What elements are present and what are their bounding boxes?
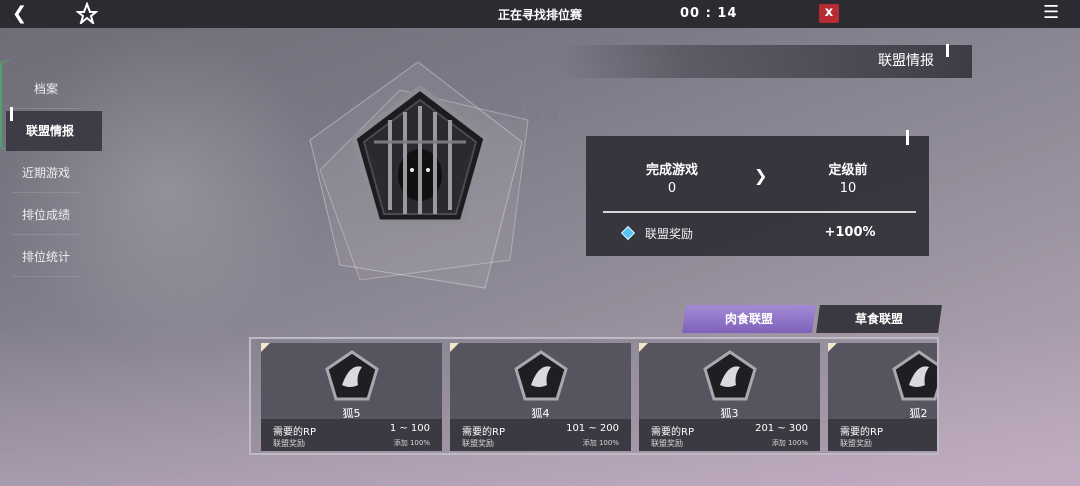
card-info: 需要的RP 201 ~ 300 联盟奖励 添加 100% (639, 419, 820, 451)
top-bar: ❮ 正在寻找排位赛 00 : 14 x ☰ (0, 0, 1080, 28)
league-bonus-label: 联盟奖励 (645, 227, 694, 241)
card-bonus-label: 联盟奖励 (651, 439, 683, 448)
league-rank-emblem (300, 60, 550, 300)
fox-rank-emblem-icon (703, 350, 757, 401)
heading-accent-mark (946, 44, 949, 57)
section-title-league-info: 联盟情报 (560, 45, 972, 78)
sidebar-item-recent-games[interactable]: 近期游戏 (12, 153, 80, 193)
rank-tier-list[interactable]: 狐5 需要的RP 1 ~ 100 联盟奖励 添加 100% 狐4 需要的RP 1… (249, 337, 939, 455)
games-completed-value: 0 (667, 181, 677, 196)
card-rp-range: 1 ~ 100 (389, 423, 430, 434)
card-corner-mark (639, 343, 648, 352)
card-rp-range: 101 ~ 200 (566, 423, 619, 434)
fox-rank-emblem-icon (325, 350, 379, 401)
panel-accent-mark (906, 130, 909, 145)
card-rp-range: 201 ~ 300 (755, 423, 808, 434)
rank-tier-card[interactable]: 狐5 需要的RP 1 ~ 100 联盟奖励 添加 100% (261, 343, 442, 451)
cancel-matchmaking-button[interactable]: x (819, 4, 839, 23)
tab-herbivore-label: 草食联盟 (854, 312, 903, 326)
chevron-right-icon: ❯ (754, 166, 768, 185)
sidebar-item-rank-results[interactable]: 排位成绩 (12, 195, 80, 235)
card-bonus-value: 添加 100% (582, 439, 619, 447)
league-bonus-value: +100% (824, 225, 876, 240)
tab-carnivore-league[interactable]: 肉食联盟 (682, 305, 816, 333)
card-corner-mark (450, 343, 459, 352)
card-corner-mark (828, 343, 837, 352)
card-bonus-value: 添加 100% (393, 439, 430, 447)
star-emblem-graphic (75, 1, 99, 26)
card-bonus-label: 联盟奖励 (273, 439, 305, 448)
placement-value: 10 (839, 181, 857, 196)
sidebar-item-league-info[interactable]: 联盟情报 (6, 111, 102, 151)
card-info: 需要的RP 101 ~ 200 联盟奖励 添加 100% (450, 419, 631, 451)
card-info: 需要的RP 联盟奖励 (828, 419, 937, 451)
matchmaking-status: 正在寻找排位赛 (498, 8, 583, 22)
matchmaking-timer: 00 : 14 (680, 6, 738, 21)
fox-rank-emblem-icon (892, 350, 937, 401)
card-rp-label: 需要的RP (651, 427, 694, 438)
sidebar-item-rank-stats[interactable]: 排位统计 (12, 237, 80, 277)
fox-rank-emblem-icon (514, 350, 568, 401)
rank-tier-card[interactable]: 狐3 需要的RP 201 ~ 300 联盟奖励 添加 100% (639, 343, 820, 451)
card-corner-mark (261, 343, 270, 352)
back-arrow-icon[interactable]: ❮ (12, 3, 27, 24)
placement-label: 定级前 (828, 163, 868, 178)
games-completed-label: 完成游戏 (645, 163, 698, 178)
star-emblem-icon[interactable] (75, 1, 99, 29)
tab-carnivore-label: 肉食联盟 (724, 312, 773, 326)
card-info: 需要的RP 1 ~ 100 联盟奖励 添加 100% (261, 419, 442, 451)
rank-tier-card[interactable]: 狐2 需要的RP 联盟奖励 (828, 343, 937, 451)
card-rp-label: 需要的RP (840, 427, 883, 438)
rank-tier-card[interactable]: 狐4 需要的RP 101 ~ 200 联盟奖励 添加 100% (450, 343, 631, 451)
card-rp-label: 需要的RP (462, 427, 505, 438)
panel-divider (603, 211, 916, 213)
active-tab-marker (10, 107, 13, 121)
hamburger-menu-icon[interactable]: ☰ (1043, 2, 1059, 23)
tab-herbivore-league[interactable]: 草食联盟 (816, 305, 942, 333)
card-bonus-value: 添加 100% (771, 439, 808, 447)
card-rp-label: 需要的RP (273, 427, 316, 438)
card-bonus-label: 联盟奖励 (840, 439, 872, 448)
sidebar-item-profile[interactable]: 档案 (12, 69, 80, 109)
league-emblem-graphic (309, 61, 529, 289)
card-bonus-label: 联盟奖励 (462, 439, 494, 448)
